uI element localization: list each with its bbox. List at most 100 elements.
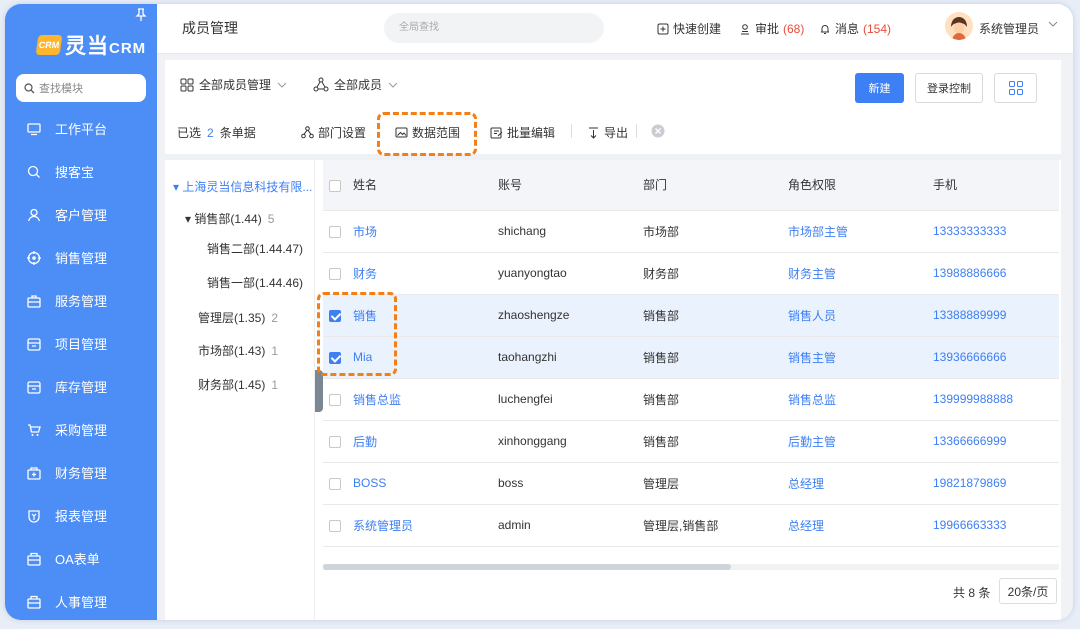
row-checkbox[interactable] xyxy=(323,378,347,421)
login-control-button[interactable]: 登录控制 xyxy=(915,73,983,103)
sidebar-item-cart[interactable]: 采购管理 xyxy=(5,408,157,451)
role-link[interactable]: 销售主管 xyxy=(782,336,927,379)
module-search-input[interactable]: 查找模块 xyxy=(16,74,146,102)
member-name-link[interactable]: 市场 xyxy=(347,210,492,253)
sidebar-item-wallet[interactable]: 财务管理 xyxy=(5,451,157,494)
cart-icon xyxy=(27,423,41,437)
people-icon xyxy=(27,595,41,609)
chevron-down-icon[interactable] xyxy=(1047,18,1059,30)
export-button[interactable]: 导出 xyxy=(587,124,628,141)
tree-item-finance[interactable]: 财务部(1.45) 1 xyxy=(198,376,278,393)
column-header[interactable]: 部门 xyxy=(637,160,782,211)
quick-create-label: 快速创建 xyxy=(673,22,722,36)
table-row[interactable]: BOSS boss 管理层 总经理 19821879869 xyxy=(323,462,1059,505)
table-row[interactable]: 财务 yuanyongtao 财务部 财务主管 13988886666 xyxy=(323,252,1059,295)
row-checkbox[interactable] xyxy=(323,504,347,547)
member-type-dropdown[interactable]: 全部成员 xyxy=(313,76,399,93)
phone-link[interactable]: 13988886666 xyxy=(927,252,1059,295)
column-header[interactable]: 角色权限 xyxy=(782,160,927,211)
phone-link[interactable]: 19966663333 xyxy=(927,504,1059,547)
horizontal-scrollbar[interactable] xyxy=(323,564,1059,570)
new-button[interactable]: 新建 xyxy=(855,73,904,103)
collapse-tree-handle[interactable] xyxy=(315,370,323,412)
select-all-checkbox[interactable] xyxy=(323,160,347,211)
role-link[interactable]: 总经理 xyxy=(782,504,927,547)
tree-item-sales-2[interactable]: 销售二部(1.44.47) xyxy=(207,240,303,257)
account-cell: admin xyxy=(492,504,637,547)
table-row[interactable]: Mia taohangzhi 销售部 销售主管 13936666666 xyxy=(323,336,1059,379)
layout-toggle-button[interactable] xyxy=(994,73,1037,103)
tree-item-label: 财务部(1.45) xyxy=(198,378,266,392)
sidebar-item-people[interactable]: 人事管理 xyxy=(5,580,157,620)
table-row[interactable]: 销售 zhaoshengze 销售部 销售人员 13388889999 xyxy=(323,294,1059,337)
column-header[interactable]: 姓名 xyxy=(347,160,492,211)
tree-item-management[interactable]: 管理层(1.35) 2 xyxy=(198,309,278,326)
member-name-link[interactable]: 后勤 xyxy=(347,420,492,463)
sidebar-item-briefcase[interactable]: 服务管理 xyxy=(5,279,157,322)
table-row[interactable]: 后勤 xinhonggang 销售部 后勤主管 13366666999 xyxy=(323,420,1059,463)
member-name-link[interactable]: 销售总监 xyxy=(347,378,492,421)
column-header[interactable]: 手机 xyxy=(927,160,1059,211)
pin-icon[interactable] xyxy=(135,8,147,22)
table-row[interactable]: 销售总监 luchengfei 销售部 销售总监 139999988888 xyxy=(323,378,1059,421)
tree-item-sales-1[interactable]: 销售一部(1.44.46) xyxy=(207,274,303,291)
sidebar-item-label: 人事管理 xyxy=(55,595,108,610)
phone-link[interactable]: 13366666999 xyxy=(927,420,1059,463)
sidebar-item-folder[interactable]: 项目管理 xyxy=(5,322,157,365)
tree-root[interactable]: ▾ 上海灵当信息科技有限... xyxy=(173,178,312,195)
global-search-input[interactable]: 全局查找 xyxy=(384,13,604,43)
sidebar-item-box[interactable]: 库存管理 xyxy=(5,365,157,408)
phone-link[interactable]: 19821879869 xyxy=(927,462,1059,505)
avatar[interactable] xyxy=(945,12,973,40)
role-link[interactable]: 销售总监 xyxy=(782,378,927,421)
sidebar-item-user[interactable]: 客户管理 xyxy=(5,193,157,236)
department-cell: 财务部 xyxy=(637,252,782,295)
clear-selection-icon[interactable] xyxy=(651,124,665,138)
member-name-link[interactable]: 财务 xyxy=(347,252,492,295)
row-checkbox[interactable] xyxy=(323,420,347,463)
member-table: 姓名 账号 部门 角色权限 手机 市场 shichang 市场部 市场部主管 13333… xyxy=(323,160,1061,620)
sidebar-item-monitor[interactable]: 工作平台 xyxy=(5,107,157,150)
total-count: 共 8 条 xyxy=(953,586,991,600)
table-row[interactable]: 市场 shichang 市场部 市场部主管 13333333333 xyxy=(323,210,1059,253)
phone-link[interactable]: 13936666666 xyxy=(927,336,1059,379)
quick-create-button[interactable]: 快速创建 xyxy=(657,20,721,37)
phone-link[interactable]: 13333333333 xyxy=(927,210,1059,253)
sidebar-item-target[interactable]: 销售管理 xyxy=(5,236,157,279)
role-link[interactable]: 财务主管 xyxy=(782,252,927,295)
member-scope-dropdown[interactable]: 全部成员管理 xyxy=(180,76,288,93)
approval-button[interactable]: 审批 (68) xyxy=(739,20,804,37)
batch-edit-button[interactable]: 批量编辑 xyxy=(490,124,555,141)
sidebar-item-label: 客户管理 xyxy=(55,208,108,223)
selection-suffix: 条单据 xyxy=(219,126,256,140)
column-header[interactable]: 账号 xyxy=(492,160,637,211)
sidebar-item-search[interactable]: 搜客宝 xyxy=(5,150,157,193)
table-row[interactable]: 系统管理员 admin 管理层,销售部 总经理 19966663333 xyxy=(323,504,1059,547)
tree-item-marketing[interactable]: 市场部(1.43) 1 xyxy=(198,342,278,359)
member-name-link[interactable]: BOSS xyxy=(347,462,492,505)
role-link[interactable]: 市场部主管 xyxy=(782,210,927,253)
selection-info: 已选 2 条单据 xyxy=(177,124,256,141)
batch-edit-label: 批量编辑 xyxy=(507,126,556,140)
phone-link[interactable]: 139999988888 xyxy=(927,378,1059,421)
row-checkbox[interactable] xyxy=(323,252,347,295)
dept-settings-button[interactable]: 部门设置 xyxy=(301,124,366,141)
tree-item-sales[interactable]: ▾ 销售部(1.44) 5 xyxy=(185,210,274,227)
sidebar-item-form[interactable]: OA表单 xyxy=(5,537,157,580)
role-link[interactable]: 总经理 xyxy=(782,462,927,505)
user-name[interactable]: 系统管理员 xyxy=(979,20,1039,37)
tree-item-label: 市场部(1.43) xyxy=(198,344,266,358)
role-link[interactable]: 后勤主管 xyxy=(782,420,927,463)
phone-link[interactable]: 13388889999 xyxy=(927,294,1059,337)
sidebar-item-report[interactable]: 报表管理 xyxy=(5,494,157,537)
scrollbar-thumb[interactable] xyxy=(323,564,731,570)
org-icon xyxy=(313,77,329,91)
sidebar-item-label: 搜客宝 xyxy=(55,165,95,180)
row-checkbox[interactable] xyxy=(323,210,347,253)
member-scope-label: 全部成员管理 xyxy=(199,78,272,92)
member-name-link[interactable]: 系统管理员 xyxy=(347,504,492,547)
messages-button[interactable]: 消息 (154) xyxy=(819,20,891,37)
role-link[interactable]: 销售人员 xyxy=(782,294,927,337)
row-checkbox[interactable] xyxy=(323,462,347,505)
page-size-select[interactable]: 20条/页 xyxy=(999,578,1057,604)
